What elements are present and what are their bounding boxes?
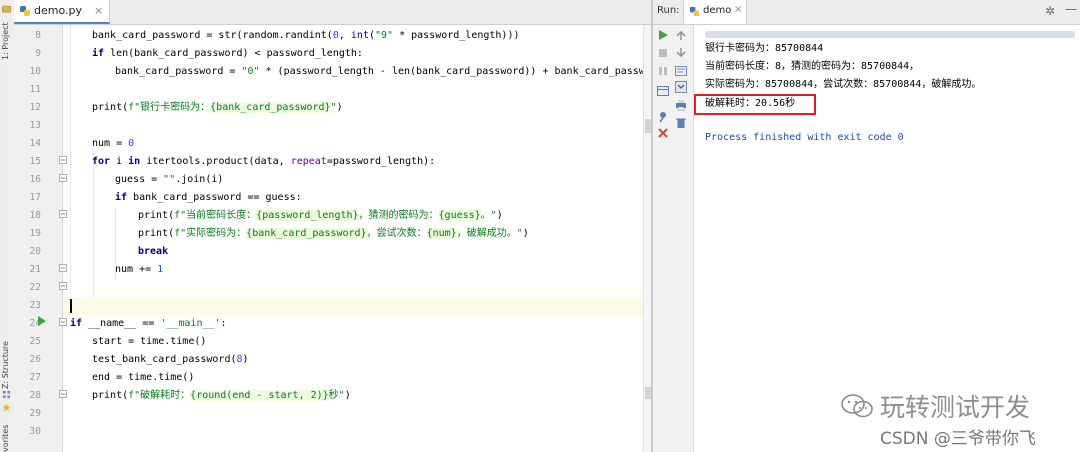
- code-line: print(f"实际密码为：{bank_card_password}，尝试次数：…: [138, 228, 529, 239]
- watermark-channel: 玩转测试开发: [880, 393, 1031, 422]
- run-tab-demo[interactable]: demo ×: [683, 0, 747, 24]
- line-number: 21: [29, 264, 41, 275]
- code-line: num = 0: [92, 138, 135, 149]
- line-number: 9: [35, 48, 41, 59]
- tab-label: demo.py: [34, 4, 82, 17]
- left-tool-strip: 1: Project Z: Structure vorites: [0, 0, 15, 452]
- line-number: 28: [29, 390, 41, 401]
- trash-icon[interactable]: [674, 116, 688, 130]
- line-number: 17: [29, 192, 41, 203]
- code-line: end = time.time(): [92, 372, 195, 383]
- code-line: num += 1: [115, 264, 164, 275]
- line-number: 15: [29, 156, 41, 167]
- run-gutter-icon[interactable]: [37, 315, 47, 327]
- line-number: 27: [29, 372, 41, 383]
- tab-demo-py[interactable]: demo.py ×: [14, 0, 110, 24]
- code-line: if __name__ == '__main__':: [70, 318, 227, 329]
- line-number: 14: [29, 138, 41, 149]
- stop-icon[interactable]: [656, 46, 670, 60]
- line-number: 16: [29, 174, 41, 185]
- scroll-to-end-icon[interactable]: [674, 80, 688, 94]
- run-label: Run:: [657, 5, 680, 16]
- close-run-tab-icon[interactable]: ×: [734, 4, 742, 15]
- structure-tool-label[interactable]: Z: Structure: [1, 335, 13, 389]
- code-line: start = time.time(): [92, 336, 207, 347]
- run-tab-label: demo: [703, 5, 732, 16]
- gear-icon[interactable]: ✲: [1045, 4, 1055, 18]
- scroll-up-icon[interactable]: [674, 28, 688, 42]
- run-toolbar: [653, 25, 694, 452]
- run-tool-header: Run: demo × ✲ —: [653, 0, 1080, 25]
- line-number: 23: [29, 300, 41, 311]
- print-icon[interactable]: [674, 98, 688, 112]
- soft-wrap-icon[interactable]: [674, 64, 688, 78]
- watermark-credit: CSDN @三爷带你飞: [880, 429, 1036, 449]
- wechat-logo-icon: [841, 394, 873, 418]
- minimize-icon[interactable]: —: [1065, 2, 1077, 16]
- exit-message: Process finished with exit code 0: [705, 132, 904, 143]
- line-number: 13: [29, 120, 41, 131]
- code-line: print(f"银行卡密码为：{bank_card_password}"): [92, 102, 343, 113]
- line-number: 12: [29, 102, 41, 113]
- line-number: 26: [29, 354, 41, 365]
- console-line: 银行卡密码为：85700844: [705, 43, 824, 54]
- console-line: 实际密码为：85700844，尝试次数：85700844，破解成功。: [705, 79, 982, 90]
- line-number: 11: [29, 84, 41, 95]
- code-line: print(f"当前密码长度：{password_length}，猜测的密码为：…: [138, 210, 503, 221]
- line-number: 8: [35, 30, 41, 41]
- line-number: 20: [29, 246, 41, 257]
- code-line: break: [138, 246, 169, 257]
- highlight-box: [694, 94, 816, 115]
- code-line: for i in itertools.product(data, repeat=…: [92, 156, 436, 167]
- code-line: guess = "".join(i): [115, 174, 224, 185]
- code-line: bank_card_password = "0" * (password_len…: [115, 66, 643, 77]
- pin-icon[interactable]: [656, 110, 670, 124]
- project-tool-label[interactable]: 1: Project: [1, 14, 13, 60]
- blurred-command-line: [705, 31, 1075, 38]
- python-file-icon: [20, 6, 30, 16]
- favorites-star-icon[interactable]: [2, 403, 11, 412]
- editor-tab-bar: demo.py ×: [14, 0, 651, 25]
- text-caret: [70, 299, 72, 313]
- favorites-tool-label[interactable]: vorites: [1, 416, 13, 452]
- line-number: 29: [29, 408, 41, 419]
- line-number: 10: [29, 66, 41, 77]
- console-line: 当前密码长度：8，猜测的密码为：85700844，: [705, 61, 920, 72]
- python-run-icon: [689, 6, 700, 17]
- rerun-icon[interactable]: [656, 28, 670, 42]
- code-line: test_bank_card_password(8): [92, 354, 249, 365]
- line-number: 22: [29, 282, 41, 293]
- code-line: bank_card_password = str(random.randint(…: [92, 30, 520, 41]
- code-line: print(f"破解耗时：{round(end - start, 2)}秒"): [92, 390, 351, 401]
- layout-icon[interactable]: [656, 84, 670, 98]
- close-tab-icon[interactable]: ×: [94, 4, 103, 17]
- close-icon[interactable]: [656, 126, 670, 140]
- line-number: 18: [29, 210, 41, 221]
- line-number-gutter: 8 9 10 11 12 13 14 15 16 17 18 19 20 21 …: [14, 25, 67, 452]
- code-line: if bank_card_password == guess:: [115, 192, 302, 203]
- code-line: if len(bank_card_password) < password_le…: [92, 48, 363, 59]
- structure-icon[interactable]: [2, 390, 11, 399]
- folder-icon[interactable]: [2, 4, 11, 13]
- current-code-line: [63, 297, 643, 315]
- line-number: 19: [29, 228, 41, 239]
- scroll-down-icon[interactable]: [674, 46, 688, 60]
- pause-icon[interactable]: [656, 64, 670, 78]
- line-number: 25: [29, 336, 41, 347]
- code-editor[interactable]: bank_card_password = str(random.randint(…: [63, 25, 643, 452]
- line-number: 30: [29, 426, 41, 437]
